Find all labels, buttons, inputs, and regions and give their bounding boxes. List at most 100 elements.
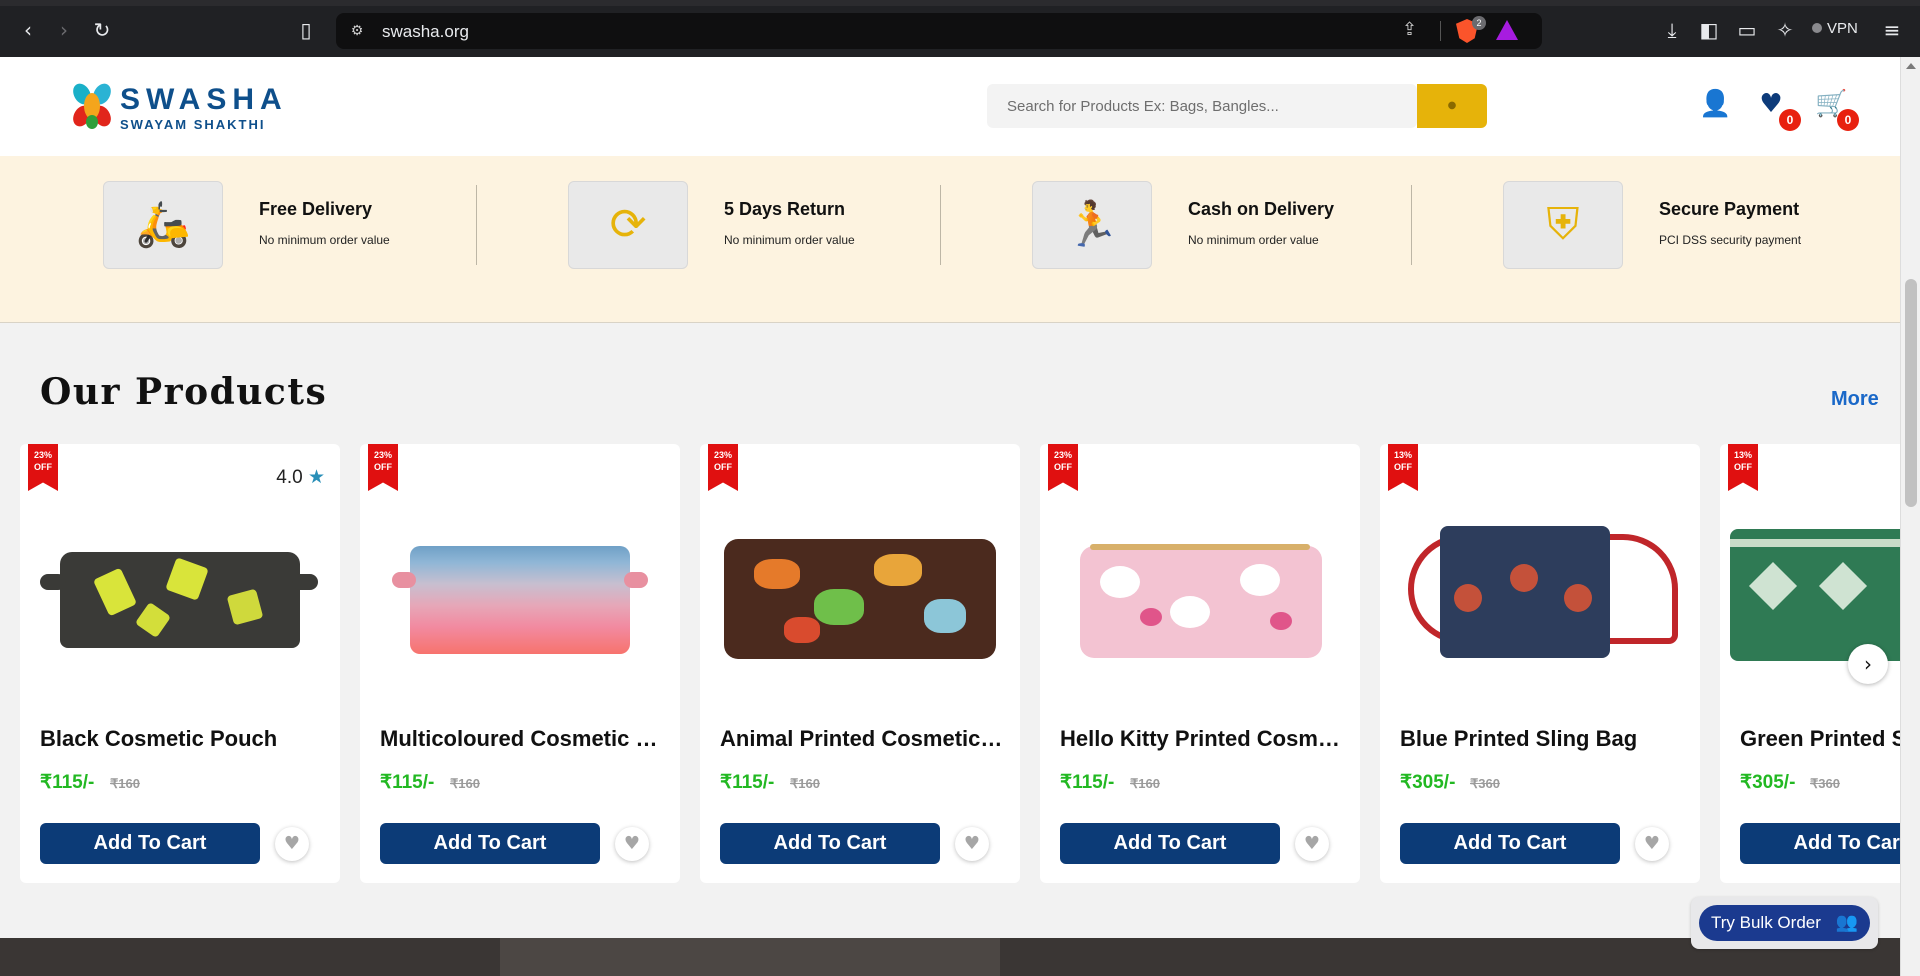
- product-card[interactable]: 23% OFF Hello Kitty Printed Cosmetic Pou…: [1040, 444, 1360, 883]
- product-price: ₹115/-: [720, 772, 775, 793]
- wishlist-heart-icon[interactable]: ♥: [275, 827, 309, 861]
- features-strip: 🛵 Free Delivery No minimum order value ⟳…: [0, 156, 1900, 323]
- browser-toolbar: ‹ › ↻ ▯ ⚙ swasha.org ⇪ 2 ⤓ ◧ ▭ ✧ VPN ≡: [0, 0, 1920, 57]
- forward-icon[interactable]: ›: [52, 18, 76, 42]
- product-card[interactable]: 23% OFF 4.0 ★ Black Cosmetic Pouch ₹115/…: [20, 444, 340, 883]
- divider: [476, 185, 477, 265]
- swasha-logo[interactable]: SWASHA SWAYAM SHAKTHI: [69, 79, 282, 135]
- cash-delivery-icon: 🏃: [1032, 181, 1152, 269]
- url-text[interactable]: swasha.org: [382, 22, 469, 42]
- search-box: [987, 84, 1417, 128]
- product-card[interactable]: 23% OFF Multicoloured Cosmetic Pouch ₹11…: [360, 444, 680, 883]
- reload-icon[interactable]: ↻: [90, 18, 114, 42]
- animal-pouch-image: [724, 539, 996, 659]
- product-price: ₹115/-: [380, 772, 435, 793]
- feature-subtitle: No minimum order value: [1188, 233, 1319, 247]
- feature-subtitle: No minimum order value: [724, 233, 855, 247]
- feature-title: Cash on Delivery: [1188, 199, 1335, 219]
- add-to-cart-button[interactable]: Add To Cart: [1740, 823, 1900, 864]
- search-button[interactable]: ●: [1417, 84, 1487, 128]
- wishlist-heart-icon[interactable]: ♥: [1295, 827, 1329, 861]
- butterfly-logo-icon: [69, 79, 115, 131]
- product-image[interactable]: [710, 484, 1010, 684]
- page-scrollbar[interactable]: [1900, 57, 1920, 976]
- product-price: ₹305/-: [1400, 772, 1456, 793]
- wishlist-heart-icon[interactable]: ♥: [615, 827, 649, 861]
- feature-subtitle: PCI DSS security payment: [1659, 233, 1802, 247]
- vpn-label: VPN: [1827, 20, 1858, 37]
- feature-title: Free Delivery: [259, 199, 373, 219]
- product-image[interactable]: [1050, 484, 1350, 684]
- wallet-icon[interactable]: ▭: [1735, 18, 1759, 42]
- add-to-cart-button[interactable]: Add To Cart: [1060, 823, 1280, 864]
- site-settings-icon[interactable]: ⚙: [346, 20, 368, 42]
- product-price: ₹305/-: [1740, 772, 1796, 793]
- product-card[interactable]: 13% OFF Blue Printed Sling Bag ₹305/- ₹3…: [1380, 444, 1700, 883]
- multicolour-pouch-image: [410, 546, 630, 654]
- brave-rewards-icon[interactable]: [1496, 20, 1518, 40]
- bulk-order-widget[interactable]: Try Bulk Order 👥: [1691, 897, 1878, 949]
- product-mrp: ₹360: [1470, 776, 1500, 791]
- add-to-cart-button[interactable]: Add To Cart: [1400, 823, 1620, 864]
- product-image[interactable]: [370, 484, 670, 684]
- shield-check-icon: ⛨: [1503, 181, 1623, 269]
- wishlist-heart-icon[interactable]: ♥: [1635, 827, 1669, 861]
- product-name[interactable]: Multicoloured Cosmetic Pouch: [380, 726, 665, 752]
- bulk-order-button[interactable]: Try Bulk Order 👥: [1699, 905, 1870, 941]
- banner-shade: [500, 938, 1000, 976]
- feature-title: 5 Days Return: [724, 199, 846, 219]
- feature-subtitle: No minimum order value: [259, 233, 390, 247]
- bookmark-icon[interactable]: ▯: [294, 18, 318, 42]
- return-cycle-icon: ⟳: [568, 181, 688, 269]
- vpn-button[interactable]: VPN: [1812, 20, 1858, 37]
- share-icon[interactable]: ⇪: [1402, 19, 1417, 40]
- leo-ai-icon[interactable]: ✧: [1773, 18, 1797, 42]
- back-icon[interactable]: ‹: [16, 18, 40, 42]
- add-to-cart-button[interactable]: Add To Cart: [40, 823, 260, 864]
- product-price: ₹115/-: [40, 772, 95, 793]
- user-account-icon[interactable]: 👤: [1699, 89, 1731, 119]
- product-name[interactable]: Black Cosmetic Pouch: [40, 726, 325, 752]
- add-to-cart-button[interactable]: Add To Cart: [720, 823, 940, 864]
- search-icon: ●: [1447, 100, 1457, 111]
- blue-sling-bag-image: [1440, 526, 1610, 658]
- product-mrp: ₹160: [110, 776, 140, 791]
- delivery-scooter-icon: 🛵: [103, 181, 223, 269]
- feature-title: Secure Payment: [1659, 199, 1800, 219]
- address-bar[interactable]: ⚙ swasha.org ⇪ 2: [336, 13, 1542, 49]
- search-input[interactable]: [987, 84, 1417, 128]
- product-image[interactable]: [1390, 484, 1690, 684]
- logo-name: SWASHA: [120, 83, 288, 116]
- divider: [1440, 21, 1441, 41]
- product-image[interactable]: [30, 484, 330, 684]
- bulk-order-label: Try Bulk Order: [1711, 913, 1821, 932]
- product-name[interactable]: Hello Kitty Printed Cosmetic Pouch: [1060, 726, 1345, 752]
- vpn-status-icon: [1812, 23, 1822, 33]
- pouch-handle: [292, 574, 318, 590]
- sidebar-icon[interactable]: ◧: [1697, 18, 1721, 42]
- product-card[interactable]: 23% OFF Animal Printed Cosmetic Pouch ₹1…: [700, 444, 1020, 883]
- download-icon[interactable]: ⤓: [1660, 18, 1684, 42]
- wishlist-heart-icon[interactable]: ♥: [955, 827, 989, 861]
- cart-count-badge: 0: [1837, 109, 1859, 131]
- product-mrp: ₹160: [450, 776, 480, 791]
- add-to-cart-button[interactable]: Add To Cart: [380, 823, 600, 864]
- divider: [1411, 185, 1412, 265]
- shields-count-badge: 2: [1472, 16, 1486, 30]
- pouch-handle: [392, 572, 416, 588]
- site-header: SWASHA SWAYAM SHAKTHI ● 👤 ♥ 0 🛒 0: [0, 57, 1900, 156]
- divider: [940, 185, 941, 265]
- carousel-next-icon[interactable]: ›: [1848, 644, 1888, 684]
- zipper: [1090, 544, 1310, 550]
- pouch-handle: [40, 574, 66, 590]
- green-sling-bag-image: [1730, 529, 1900, 661]
- product-mrp: ₹360: [1810, 776, 1840, 791]
- more-link[interactable]: More: [1831, 388, 1879, 411]
- product-name[interactable]: Green Printed Sling Bag: [1740, 726, 1900, 752]
- scrollbar-thumb[interactable]: [1905, 279, 1917, 507]
- menu-icon[interactable]: ≡: [1880, 18, 1904, 42]
- scroll-up-icon[interactable]: [1906, 63, 1916, 69]
- product-name[interactable]: Blue Printed Sling Bag: [1400, 726, 1685, 752]
- product-price: ₹115/-: [1060, 772, 1115, 793]
- product-name[interactable]: Animal Printed Cosmetic Pouch: [720, 726, 1005, 752]
